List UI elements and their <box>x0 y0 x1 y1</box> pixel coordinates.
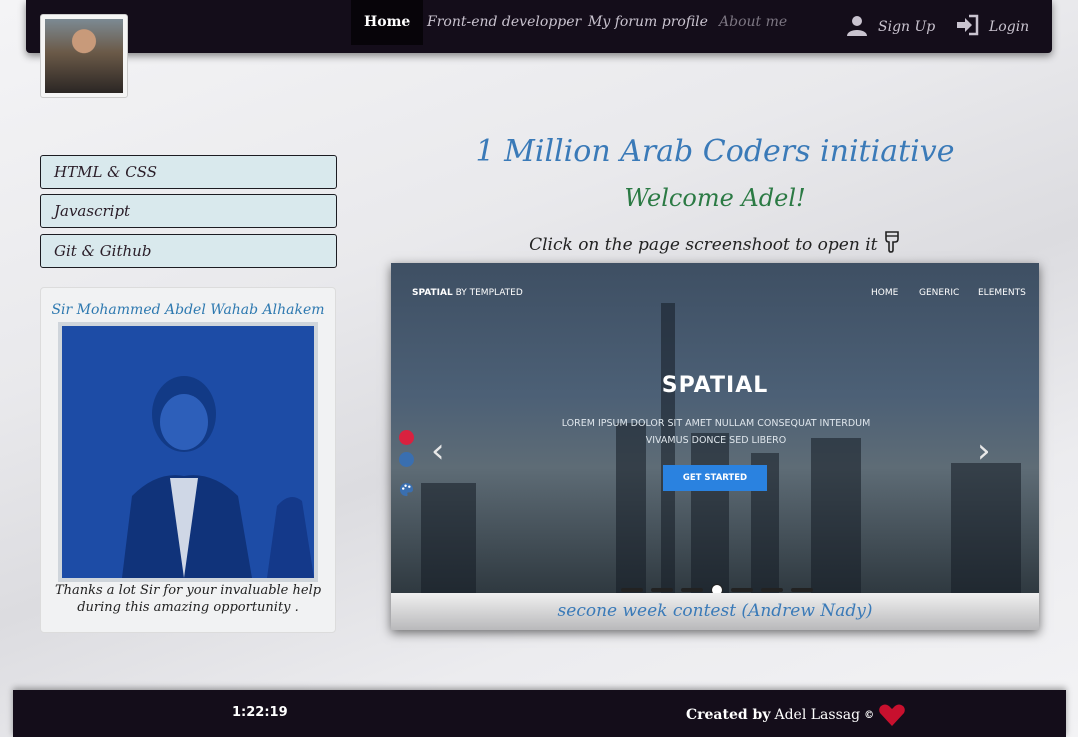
slide-nav-elements: ELEMENTS <box>978 288 1026 298</box>
color-swatch-blue[interactable] <box>399 452 414 467</box>
slide-brand-bold: SPATIAL <box>412 288 453 298</box>
skyline-building <box>811 438 861 593</box>
footer-credit: Created by Adel Lassag © <box>686 703 906 727</box>
top-navbar: Home Front-end developper My forum profi… <box>26 0 1052 53</box>
sign-up-link[interactable]: Sign Up <box>846 14 935 36</box>
nav-forum-profile[interactable]: My forum profile <box>588 0 708 45</box>
login-label: Login <box>989 19 1030 35</box>
skyline-building <box>421 483 476 593</box>
skyline-building <box>691 433 729 593</box>
carousel-caption: secone week contest (Andrew Nady) <box>391 593 1039 630</box>
sign-up-label: Sign Up <box>878 19 936 35</box>
sign-in-icon <box>957 14 979 36</box>
chevron-right-icon[interactable]: › <box>977 431 991 471</box>
slide-nav-generic: GENERIC <box>919 288 960 298</box>
slide-nav-home: HOME <box>871 288 899 298</box>
carousel-indicator[interactable] <box>731 588 753 592</box>
skyline-building <box>951 463 1021 593</box>
footer: 1:22:19 Created by Adel Lassag © <box>13 690 1066 737</box>
mentor-photo <box>58 322 318 582</box>
card-caption: Thanks a lot Sir for your invaluable hel… <box>54 583 322 615</box>
carousel-indicator[interactable] <box>761 588 783 592</box>
slide-get-started-button[interactable]: GET STARTED <box>663 465 767 491</box>
page-title: 1 Million Arab Coders initiative <box>475 134 955 169</box>
carousel-indicator[interactable] <box>621 588 643 592</box>
hand-point-down-icon <box>885 231 899 253</box>
sidebar-item-git-github[interactable]: Git & Github <box>40 234 337 268</box>
avatar[interactable] <box>40 14 128 98</box>
carousel-indicator[interactable] <box>651 588 673 592</box>
slide-headline: SPATIAL <box>661 373 769 398</box>
slide-brand: SPATIAL BY TEMPLATED <box>412 288 523 298</box>
hint-text: Click on the page screenshoot to open it <box>390 231 1040 255</box>
credit-prefix: Created by <box>686 707 771 723</box>
footer-clock: 1:22:19 <box>232 705 288 720</box>
card-title: Sir Mohammed Abdel Wahab Alhakem <box>51 302 325 318</box>
mentor-photo-image <box>62 326 314 578</box>
credit-name: Adel Lassag <box>774 707 861 723</box>
nav-home[interactable]: Home <box>351 0 424 45</box>
sidebar-item-html-css[interactable]: HTML & CSS <box>40 155 337 189</box>
chevron-left-icon[interactable]: ‹ <box>431 431 445 471</box>
welcome-message: Welcome Adel! <box>624 184 806 212</box>
user-icon <box>847 16 867 36</box>
hint-label: Click on the page screenshoot to open it <box>529 235 878 255</box>
carousel-slide[interactable]: SPATIAL BY TEMPLATED HOME GENERIC ELEMEN… <box>391 263 1039 593</box>
screenshot-carousel[interactable]: SPATIAL BY TEMPLATED HOME GENERIC ELEMEN… <box>391 263 1039 630</box>
nav-front-end-developper[interactable]: Front-end developper <box>427 0 581 45</box>
slide-lorem: LOREM IPSUM DOLOR SIT AMET NULLAM CONSEQ… <box>561 418 871 446</box>
palette-icon[interactable] <box>399 482 414 497</box>
slide-brand-rest: BY TEMPLATED <box>452 288 523 298</box>
sidebar-item-javascript[interactable]: Javascript <box>40 194 337 228</box>
login-link[interactable]: Login <box>955 14 1029 36</box>
avatar-photo <box>45 19 123 93</box>
nav-about-me[interactable]: About me <box>719 0 787 45</box>
carousel-indicator[interactable] <box>791 588 813 592</box>
color-swatch-red[interactable] <box>399 430 414 445</box>
heart-icon <box>879 704 905 726</box>
carousel-indicator[interactable] <box>681 588 703 592</box>
thanks-card: Sir Mohammed Abdel Wahab Alhakem Thanks … <box>40 287 336 633</box>
copyright-symbol: © <box>864 709 875 721</box>
